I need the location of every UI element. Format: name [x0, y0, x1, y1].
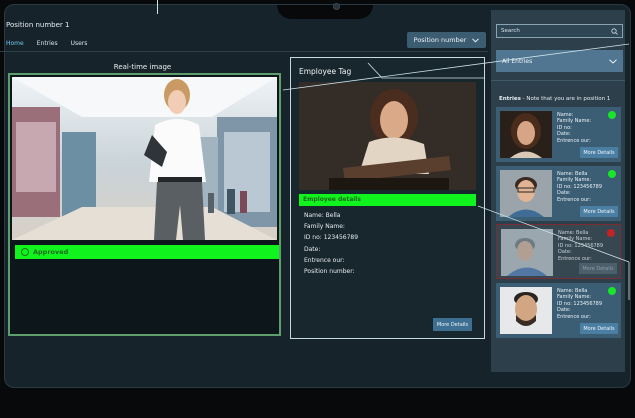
annotation-lines: [282, 43, 630, 300]
